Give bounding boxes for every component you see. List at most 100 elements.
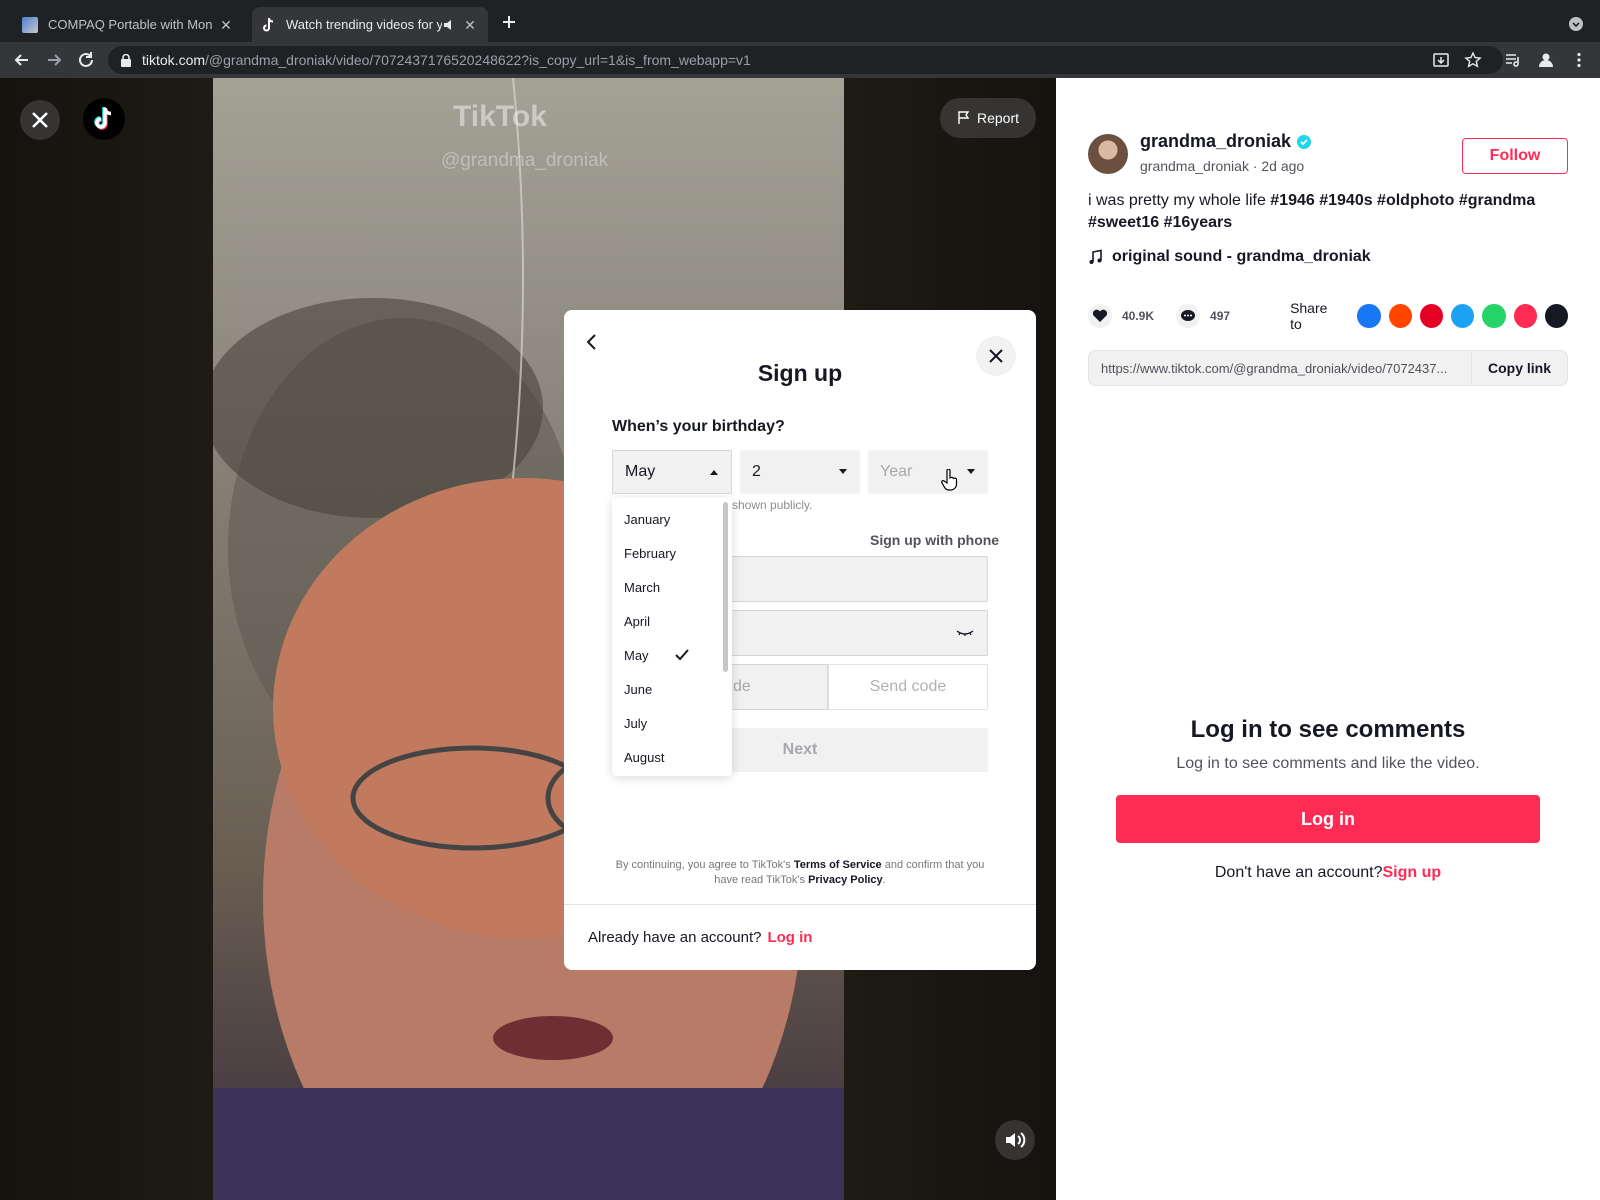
- day-select[interactable]: 2: [740, 450, 860, 494]
- speaker-icon: [1006, 1132, 1026, 1148]
- share-link-text[interactable]: https://www.tiktok.com/@grandma_droniak/…: [1089, 361, 1471, 376]
- flag-icon: [958, 111, 970, 124]
- signup-link[interactable]: Sign up: [1382, 864, 1441, 881]
- hashtags[interactable]: #1946 #1940s #oldphoto #grandma: [1270, 192, 1535, 209]
- bookmark-star-icon[interactable]: [1464, 51, 1482, 69]
- follow-button[interactable]: Follow: [1462, 138, 1568, 174]
- modal-footer: Already have an account? Log in: [564, 904, 1036, 970]
- browser-tab-bar: COMPAQ Portable with Monoc ✕ Watch trend…: [0, 0, 1600, 42]
- watermark-username: @grandma_droniak: [441, 150, 609, 171]
- month-select[interactable]: May: [612, 450, 732, 494]
- close-tab-icon[interactable]: ✕: [218, 17, 234, 33]
- close-icon: [32, 112, 48, 128]
- whatsapp-icon[interactable]: [1482, 304, 1506, 328]
- sound-link[interactable]: original sound - grandma_droniak: [1088, 248, 1371, 266]
- new-tab-icon[interactable]: [500, 13, 518, 31]
- caret-down-icon: [839, 469, 847, 474]
- month-dropdown-list[interactable]: January February March April May June Ju…: [612, 498, 732, 776]
- audio-playing-icon[interactable]: [442, 18, 456, 32]
- month-option[interactable]: June: [612, 672, 732, 706]
- month-option[interactable]: March: [612, 570, 732, 604]
- like-count: 40.9K: [1122, 309, 1155, 323]
- forward-arrow-icon[interactable]: [44, 50, 64, 70]
- close-video-button[interactable]: [20, 100, 60, 140]
- browser-tab-tiktok[interactable]: Watch trending videos for y ✕: [252, 7, 488, 42]
- reddit-icon[interactable]: [1388, 304, 1412, 328]
- username[interactable]: grandma_droniak: [1140, 131, 1312, 152]
- reload-icon[interactable]: [76, 50, 96, 70]
- music-note-icon: [1089, 249, 1102, 264]
- tab-title: COMPAQ Portable with Monoc: [48, 17, 212, 32]
- comment-button[interactable]: 497: [1176, 304, 1230, 328]
- checkmark-icon: [675, 649, 689, 661]
- avatar[interactable]: [1088, 134, 1128, 174]
- month-option[interactable]: January: [612, 502, 732, 536]
- back-arrow-icon[interactable]: [12, 50, 32, 70]
- engagement-row: 40.9K 497 Share to: [1088, 300, 1568, 332]
- tiktok-logo[interactable]: [83, 98, 125, 140]
- user-subline: grandma_droniak · 2d ago: [1140, 158, 1305, 174]
- comment-icon: [1176, 304, 1201, 328]
- code-placeholder: de: [733, 678, 751, 695]
- month-option[interactable]: April: [612, 604, 732, 638]
- tab-title: Watch trending videos for y: [286, 17, 442, 32]
- telegram-icon[interactable]: [1513, 304, 1537, 328]
- report-button[interactable]: Report: [940, 98, 1036, 138]
- tiktok-watermark: TikTok: [453, 100, 547, 133]
- lock-icon[interactable]: [120, 54, 132, 67]
- month-option[interactable]: August: [612, 740, 732, 774]
- tab-search-icon[interactable]: [1568, 16, 1584, 32]
- back-chevron-icon[interactable]: [580, 330, 604, 354]
- sound-text: original sound - grandma_droniak: [1112, 248, 1371, 265]
- login-button[interactable]: Log in: [1116, 795, 1540, 843]
- embed-icon[interactable]: [1544, 304, 1568, 328]
- install-app-icon[interactable]: [1432, 51, 1450, 69]
- month-option[interactable]: July: [612, 706, 732, 740]
- day-value: 2: [752, 463, 761, 480]
- hand-cursor-icon: [941, 469, 958, 491]
- privacy-policy-link[interactable]: Privacy Policy: [808, 874, 883, 886]
- volume-button[interactable]: [995, 1120, 1035, 1160]
- copy-link-button[interactable]: Copy link: [1471, 351, 1567, 385]
- kebab-menu-icon[interactable]: [1570, 51, 1588, 69]
- address-bar[interactable]: tiktok.com/@grandma_droniak/video/707243…: [108, 46, 1503, 74]
- profile-icon[interactable]: [1537, 51, 1555, 69]
- twitter-icon[interactable]: [1451, 304, 1475, 328]
- year-select[interactable]: Year: [868, 450, 988, 494]
- month-option-selected[interactable]: May: [612, 638, 732, 672]
- heart-icon: [1088, 304, 1112, 328]
- terms-of-service-link[interactable]: Terms of Service: [794, 859, 882, 871]
- footer-text: Already have an account?: [588, 929, 762, 946]
- eye-closed-icon[interactable]: [955, 625, 975, 641]
- birthday-label: When’s your birthday?: [612, 418, 785, 435]
- share-link-box: https://www.tiktok.com/@grandma_droniak/…: [1088, 350, 1568, 386]
- comments-login-title: Log in to see comments: [1190, 716, 1466, 743]
- media-control-icon[interactable]: [1504, 51, 1522, 69]
- url-text: tiktok.com/@grandma_droniak/video/707243…: [142, 52, 751, 68]
- month-value: May: [625, 463, 656, 480]
- facebook-icon[interactable]: [1357, 304, 1381, 328]
- signup-with-phone-link[interactable]: Sign up with phone: [870, 532, 999, 548]
- post-info-panel: grandma_droniak grandma_droniak · 2d ago…: [1056, 78, 1600, 1200]
- browser-tab-compaq[interactable]: COMPAQ Portable with Monoc ✕: [12, 7, 244, 42]
- share-label: Share to: [1290, 300, 1328, 332]
- comment-count: 497: [1210, 309, 1231, 323]
- month-option[interactable]: February: [612, 536, 732, 570]
- terms-text: By continuing, you agree to TikTok's Ter…: [615, 859, 985, 886]
- pinterest-icon[interactable]: [1419, 304, 1444, 328]
- modal-title: Sign up: [757, 360, 843, 386]
- hashtags[interactable]: #sweet16 #16years: [1088, 214, 1232, 231]
- no-account-line: Don't have an account?Sign up: [1056, 864, 1600, 882]
- comments-login-subtitle: Log in to see comments and like the vide…: [1176, 755, 1480, 772]
- dropdown-scrollbar[interactable]: [723, 502, 728, 672]
- description-text: i was pretty my whole life: [1088, 192, 1271, 209]
- close-tab-icon[interactable]: ✕: [462, 17, 478, 33]
- footer-login-link[interactable]: Log in: [767, 929, 812, 946]
- username-text: grandma_droniak: [1140, 131, 1292, 151]
- caret-up-icon: [710, 470, 718, 475]
- browser-toolbar: tiktok.com/@grandma_droniak/video/707243…: [0, 42, 1600, 78]
- no-account-text: Don't have an account?: [1214, 864, 1383, 881]
- send-code-button[interactable]: Send code: [828, 664, 988, 710]
- like-button[interactable]: 40.9K: [1088, 304, 1154, 328]
- signup-modal: Sign up When’s your birthday? May 2 Year…: [564, 310, 1036, 970]
